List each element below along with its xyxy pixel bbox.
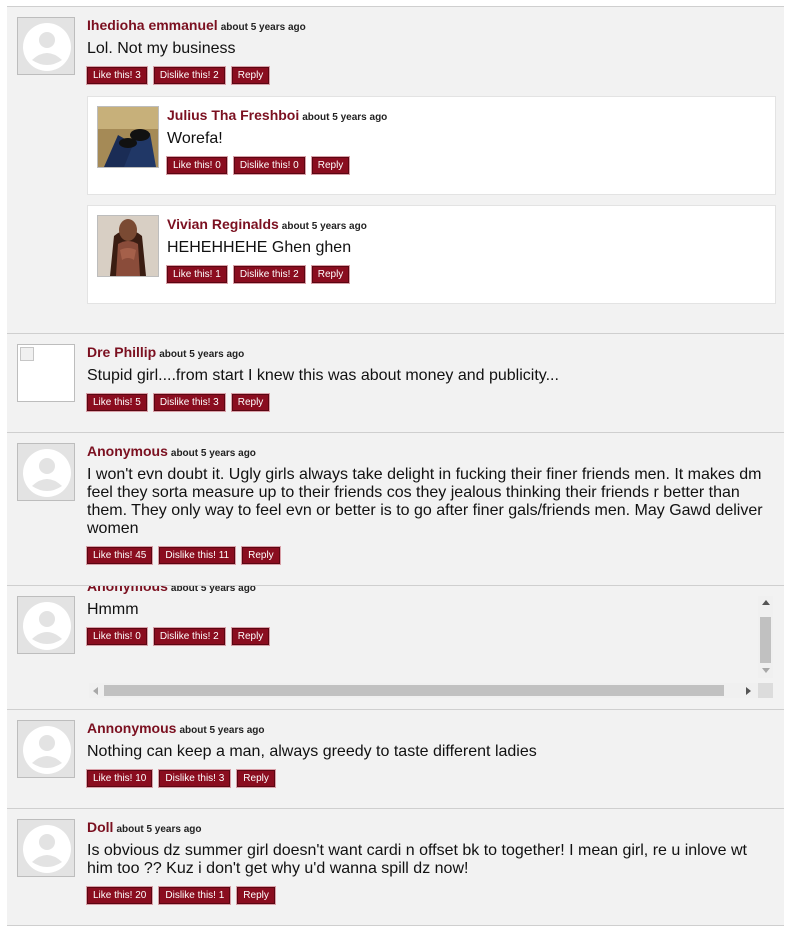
comment-body: Anonymous about 5 years ago Hmmm Like thi… [87, 585, 747, 645]
reply-button[interactable]: Reply [242, 547, 280, 564]
comment-body: Dre Phillip about 5 years ago Stupid girl… [87, 344, 767, 411]
comment-body: Anonymous about 5 years ago I won't evn d… [87, 443, 767, 564]
dislike-button[interactable]: Dislike this! 0 [233, 157, 305, 174]
horizontal-scrollbar[interactable] [89, 683, 758, 698]
comment-text: I won't evn doubt it. Ugly girls always … [87, 466, 763, 537]
comment-body: Annonymous about 5 years ago Nothing can … [87, 720, 767, 787]
like-button[interactable]: Like this! 20 [87, 887, 153, 904]
scrollbar-thumb[interactable] [760, 617, 771, 663]
reply-button[interactable]: Reply [311, 266, 350, 283]
like-button[interactable]: Like this! 5 [87, 394, 147, 411]
dislike-button[interactable]: Dislike this! 3 [159, 770, 231, 787]
comment-time: about 5 years ago [281, 221, 367, 232]
dislike-button[interactable]: Dislike this! 1 [159, 887, 231, 904]
comment: Dre Phillip about 5 years ago Stupid girl… [7, 333, 784, 432]
vertical-scrollbar[interactable] [758, 596, 773, 678]
reply-button[interactable]: Reply [237, 770, 275, 787]
comment-body: Doll about 5 years ago Is obvious dz summ… [87, 819, 767, 904]
comment-author[interactable]: Julius Tha Freshboi [167, 107, 299, 123]
dislike-button[interactable]: Dislike this! 2 [153, 67, 225, 84]
scrollbar-corner [758, 683, 773, 698]
comment: Anonymous about 5 years ago Hmmm Like thi… [7, 585, 784, 709]
comment-time: about 5 years ago [170, 448, 256, 459]
comment-author[interactable]: Vivian Reginalds [167, 216, 279, 232]
scroll-up-arrow-icon[interactable] [762, 600, 770, 605]
like-button[interactable]: Like this! 3 [87, 67, 147, 84]
comment-time: about 5 years ago [170, 585, 256, 594]
user-photo-avatar [97, 106, 159, 168]
default-avatar-icon [17, 17, 75, 75]
dislike-button[interactable]: Dislike this! 3 [153, 394, 225, 411]
comment-text: Hmmm [87, 601, 139, 618]
scroll-down-arrow-icon[interactable] [762, 668, 770, 673]
comment: Ihedioha emmanuel about 5 years ago Lol. … [7, 6, 784, 333]
user-photo-avatar [97, 215, 159, 277]
comment-author[interactable]: Dre Phillip [87, 344, 156, 360]
scroll-left-arrow-icon[interactable] [93, 687, 98, 695]
comment-time: about 5 years ago [116, 824, 202, 835]
comment-thread: Ihedioha emmanuel about 5 years ago Lol. … [7, 6, 784, 926]
dislike-button[interactable]: Dislike this! 2 [153, 628, 225, 645]
comment-body: Ihedioha emmanuel about 5 years ago Lol. … [87, 17, 767, 84]
like-button[interactable]: Like this! 0 [87, 628, 147, 645]
reply-button[interactable]: Reply [237, 887, 275, 904]
reply-button[interactable]: Reply [231, 628, 270, 645]
comment-author[interactable]: Ihedioha emmanuel [87, 17, 218, 33]
comment-text: Lol. Not my business [87, 40, 236, 57]
comment-author[interactable]: Annonymous [87, 720, 176, 736]
scroll-right-arrow-icon[interactable] [746, 687, 751, 695]
broken-image-icon [17, 344, 75, 402]
comment-text: HEHEHHEHE Ghen ghen [167, 239, 352, 256]
reply-button[interactable]: Reply [231, 394, 270, 411]
comment-text: Nothing can keep a man, always greedy to… [87, 743, 537, 760]
comment-time: about 5 years ago [302, 112, 388, 123]
reply-button[interactable]: Reply [311, 157, 350, 174]
comment-author[interactable]: Doll [87, 819, 113, 835]
comment-time: about 5 years ago [179, 725, 265, 736]
like-button[interactable]: Like this! 0 [167, 157, 227, 174]
default-avatar-icon [17, 819, 75, 877]
reply-comment: Julius Tha Freshboi about 5 years ago Wor… [87, 96, 776, 195]
default-avatar-icon [17, 596, 75, 654]
scrollbar-thumb[interactable] [104, 685, 724, 696]
default-avatar-icon [17, 443, 75, 501]
comment: Annonymous about 5 years ago Nothing can … [7, 709, 784, 808]
reply-button[interactable]: Reply [231, 67, 270, 84]
comment-text: Worefa! [167, 130, 223, 147]
comment: Anonymous about 5 years ago I won't evn d… [7, 432, 784, 585]
comment-author[interactable]: Anonymous [87, 443, 168, 459]
comment-text: Stupid girl....from start I knew this wa… [87, 367, 559, 384]
default-avatar-icon [17, 720, 75, 778]
like-button[interactable]: Like this! 45 [87, 547, 153, 564]
like-button[interactable]: Like this! 10 [87, 770, 153, 787]
comment-text: Is obvious dz summer girl doesn't want c… [87, 842, 747, 877]
comment-author[interactable]: Anonymous [87, 586, 168, 594]
dislike-button[interactable]: Dislike this! 2 [233, 266, 305, 283]
comment-time: about 5 years ago [220, 22, 306, 33]
reply-comment: Vivian Reginalds about 5 years ago HEHEHH… [87, 205, 776, 304]
comment-time: about 5 years ago [159, 349, 245, 360]
like-button[interactable]: Like this! 1 [167, 266, 227, 283]
dislike-button[interactable]: Dislike this! 11 [159, 547, 236, 564]
comment: Doll about 5 years ago Is obvious dz summ… [7, 808, 784, 926]
